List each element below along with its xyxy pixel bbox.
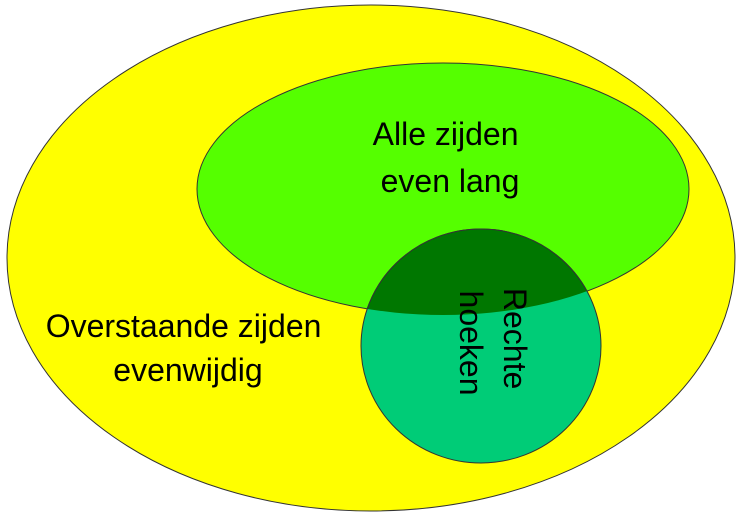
- parallel-sides-label-line1: Overstaande zijden: [46, 308, 322, 344]
- right-angles-label-line2: hoeken: [453, 291, 489, 396]
- equal-sides-label-line1: Alle zijden: [373, 116, 519, 152]
- parallel-sides-label-line2: evenwijdig: [113, 352, 262, 388]
- venn-diagram: Overstaande zijden evenwijdig Alle zijde…: [6, 4, 736, 512]
- right-angles-label-line1: Rechte: [497, 288, 533, 389]
- equal-sides-label-line2: even lang: [381, 163, 520, 199]
